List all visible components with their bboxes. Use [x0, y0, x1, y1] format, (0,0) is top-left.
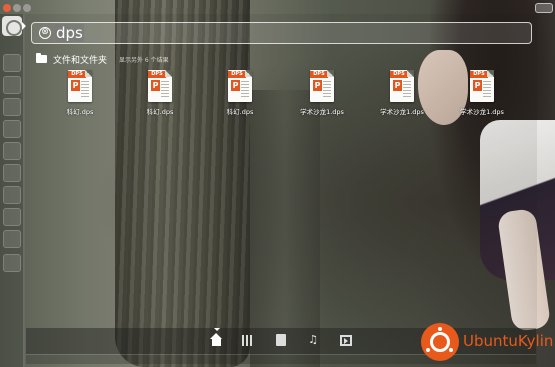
file-type-badge: DPS	[390, 71, 408, 78]
maximize-window-button[interactable]	[23, 4, 31, 12]
presentation-mark: P	[473, 80, 482, 91]
category-title: 文件和文件夹	[53, 55, 108, 66]
document-lines	[81, 81, 89, 97]
file-name: 学术沙龙1.dps	[380, 108, 424, 116]
dps-document-icon: DPS P	[310, 70, 334, 102]
minimize-window-button[interactable]	[13, 4, 21, 12]
presentation-mark: P	[151, 80, 160, 91]
ubuntukylin-logo: UbuntuKylin	[421, 323, 554, 361]
file-type-badge: DPS	[228, 71, 246, 78]
launcher-item[interactable]	[3, 142, 21, 160]
logo-dot	[448, 347, 454, 353]
presentation-mark: P	[393, 80, 402, 91]
document-lines	[323, 81, 331, 97]
logo-wordmark: UbuntuKylin	[463, 332, 554, 350]
presentation-mark: P	[231, 80, 240, 91]
search-input[interactable]: dps	[55, 24, 84, 42]
launcher-item[interactable]	[3, 254, 21, 272]
home-lens-icon[interactable]	[210, 333, 223, 346]
file-name: 科幻.dps	[226, 108, 254, 116]
document-lines	[241, 81, 249, 97]
launcher-item[interactable]	[3, 208, 21, 226]
file-result[interactable]: DPS P 学术沙龙1.dps	[362, 70, 442, 120]
launcher-item[interactable]	[3, 230, 21, 248]
logo-ring	[430, 332, 450, 352]
results-grid: DPS P 科幻.dps DPS P 科幻.dps DPS P 科幻.dps D…	[40, 70, 520, 120]
ubuntu-circle-of-friends-icon	[421, 323, 459, 361]
dash-home-button[interactable]	[2, 16, 22, 36]
dps-document-icon: DPS P	[148, 70, 172, 102]
document-lines	[161, 81, 169, 97]
presentation-mark: P	[313, 80, 322, 91]
file-type-badge: DPS	[470, 71, 488, 78]
dps-document-icon: DPS P	[470, 70, 494, 102]
file-result[interactable]: DPS P 科幻.dps	[120, 70, 200, 120]
active-lens-arrow-icon	[214, 328, 220, 331]
launcher-item[interactable]	[3, 76, 21, 94]
file-type-badge: DPS	[310, 71, 328, 78]
dps-document-icon: DPS P	[228, 70, 252, 102]
launcher-item[interactable]	[3, 186, 21, 204]
launcher-item[interactable]	[3, 164, 21, 182]
file-type-badge: DPS	[148, 71, 166, 78]
clear-search-icon[interactable]: ⊗	[39, 27, 51, 39]
files-lens-icon[interactable]	[276, 334, 286, 346]
launcher-item[interactable]	[3, 120, 21, 138]
show-more-results-link[interactable]: 显示另外 6 个结果	[119, 55, 169, 64]
launcher-item[interactable]	[3, 98, 21, 116]
document-lines	[403, 81, 411, 97]
file-result[interactable]: DPS P 科幻.dps	[200, 70, 280, 120]
file-result[interactable]: DPS P 学术沙龙1.dps	[282, 70, 362, 120]
panel-corner-icon[interactable]	[535, 3, 553, 13]
video-lens-icon[interactable]	[340, 335, 352, 346]
logo-dot	[437, 326, 443, 332]
file-name: 学术沙龙1.dps	[460, 108, 504, 116]
logo-dot	[425, 347, 431, 353]
close-window-button[interactable]	[3, 4, 11, 12]
file-name: 科幻.dps	[146, 108, 174, 116]
folder-icon	[36, 53, 47, 63]
file-result[interactable]: DPS P 科幻.dps	[40, 70, 120, 120]
launcher-item[interactable]	[3, 54, 21, 72]
dps-document-icon: DPS P	[390, 70, 414, 102]
dash-overlay	[25, 14, 537, 367]
file-name: 科幻.dps	[66, 108, 94, 116]
file-name: 学术沙龙1.dps	[300, 108, 344, 116]
applications-lens-icon[interactable]	[242, 335, 254, 346]
search-bar[interactable]: ⊗ dps	[31, 22, 532, 44]
file-result[interactable]: DPS P 学术沙龙1.dps	[442, 70, 522, 120]
file-type-badge: DPS	[68, 71, 86, 78]
launcher	[0, 14, 24, 367]
music-lens-icon[interactable]: ♫	[306, 333, 320, 347]
category-header[interactable]: 文件和文件夹 显示另外 6 个结果	[36, 52, 169, 66]
presentation-mark: P	[71, 80, 80, 91]
dps-document-icon: DPS P	[68, 70, 92, 102]
document-lines	[483, 81, 491, 97]
